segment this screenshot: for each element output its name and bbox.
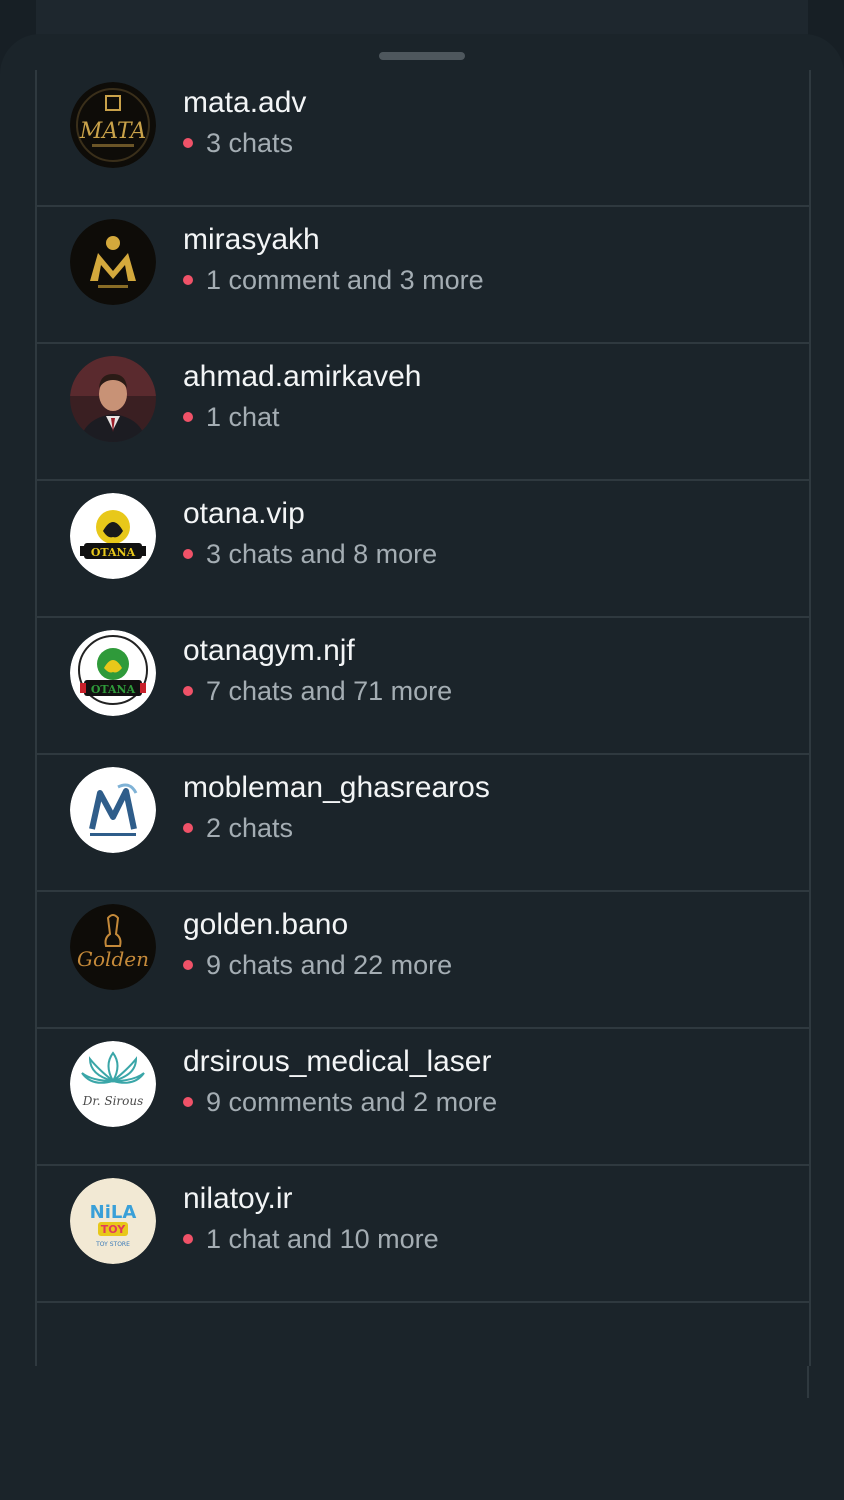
account-username: mobleman_ghasrearos xyxy=(183,771,490,804)
account-row[interactable]: NiLA TOY TOY STORE nilatoy.ir 1 chat and… xyxy=(37,1166,809,1303)
svg-text:OTANA: OTANA xyxy=(91,546,136,559)
unread-dot xyxy=(183,137,193,148)
activity-summary: 7 chats and 71 more xyxy=(183,676,452,707)
account-username: otanagym.njf xyxy=(183,634,355,667)
account-username: otana.vip xyxy=(183,497,305,530)
account-username: nilatoy.ir xyxy=(183,1182,293,1215)
unread-dot xyxy=(183,274,193,285)
avatar: OTANA xyxy=(70,493,156,579)
avatar: MATA xyxy=(70,82,156,168)
account-row[interactable]: Golden golden.bano 9 chats and 22 more xyxy=(37,892,809,1029)
svg-text:NiLA: NiLA xyxy=(90,1202,137,1223)
activity-summary: 1 chat xyxy=(183,402,280,433)
avatar xyxy=(70,356,156,442)
activity-summary: 9 comments and 2 more xyxy=(183,1087,497,1118)
svg-text:OTANA: OTANA xyxy=(91,683,136,696)
activity-text: 2 chats xyxy=(206,813,294,843)
avatar: NiLA TOY TOY STORE xyxy=(70,1178,156,1264)
account-row[interactable]: mobleman_ghasrearos 2 chats xyxy=(37,755,809,892)
unread-dot xyxy=(183,411,193,422)
avatar xyxy=(70,219,156,305)
list-border xyxy=(807,1366,809,1398)
account-row[interactable]: mirasyakh 1 comment and 3 more xyxy=(37,207,809,344)
account-row[interactable]: OTANA otana.vip 3 chats and 8 more xyxy=(37,481,809,618)
unread-dot xyxy=(183,1096,193,1107)
account-row[interactable]: ahmad.amirkaveh 1 chat xyxy=(37,344,809,481)
activity-summary: 9 chats and 22 more xyxy=(183,950,452,981)
svg-text:TOY STORE: TOY STORE xyxy=(95,1241,130,1248)
unread-dot xyxy=(183,1233,193,1244)
activity-summary: 3 chats and 8 more xyxy=(183,539,437,570)
activity-text: 3 chats and 8 more xyxy=(206,539,438,569)
account-username: drsirous_medical_laser xyxy=(183,1045,492,1078)
activity-summary: 3 chats xyxy=(183,128,293,159)
svg-text:TOY: TOY xyxy=(101,1223,126,1236)
activity-summary: 1 chat and 10 more xyxy=(183,1224,439,1255)
activity-summary: 1 comment and 3 more xyxy=(183,265,484,296)
account-row[interactable]: MATA mata.adv 3 chats xyxy=(37,70,809,207)
accounts-list: MATA mata.adv 3 chats mirasyakh 1 commen… xyxy=(35,70,811,1366)
avatar xyxy=(70,767,156,853)
activity-text: 7 chats and 71 more xyxy=(206,676,453,706)
activity-text: 1 comment and 3 more xyxy=(206,265,484,295)
account-username: mata.adv xyxy=(183,86,307,119)
activity-summary: 2 chats xyxy=(183,813,293,844)
activity-text: 9 comments and 2 more xyxy=(206,1087,498,1117)
avatar: Dr. Sirous xyxy=(70,1041,156,1127)
unread-dot xyxy=(183,822,193,833)
unread-dot xyxy=(183,685,193,696)
account-row[interactable]: Dr. Sirous drsirous_medical_laser 9 comm… xyxy=(37,1029,809,1166)
account-username: mirasyakh xyxy=(183,223,320,256)
account-row[interactable]: OTANA otanagym.njf 7 chats and 71 more xyxy=(37,618,809,755)
svg-text:Golden: Golden xyxy=(77,947,149,971)
drag-handle[interactable] xyxy=(379,52,465,60)
unread-dot xyxy=(183,959,193,970)
account-username: ahmad.amirkaveh xyxy=(183,360,422,393)
accounts-bottom-sheet: MATA mata.adv 3 chats mirasyakh 1 commen… xyxy=(0,34,844,1500)
activity-text: 3 chats xyxy=(206,128,294,158)
activity-text: 1 chat and 10 more xyxy=(206,1224,439,1254)
account-username: golden.bano xyxy=(183,908,349,941)
unread-dot xyxy=(183,548,193,559)
activity-text: 1 chat xyxy=(206,402,280,432)
avatar: Golden xyxy=(70,904,156,990)
svg-text:Dr. Sirous: Dr. Sirous xyxy=(82,1094,144,1108)
svg-text:MATA: MATA xyxy=(79,119,147,144)
avatar: OTANA xyxy=(70,630,156,716)
activity-text: 9 chats and 22 more xyxy=(206,950,453,980)
